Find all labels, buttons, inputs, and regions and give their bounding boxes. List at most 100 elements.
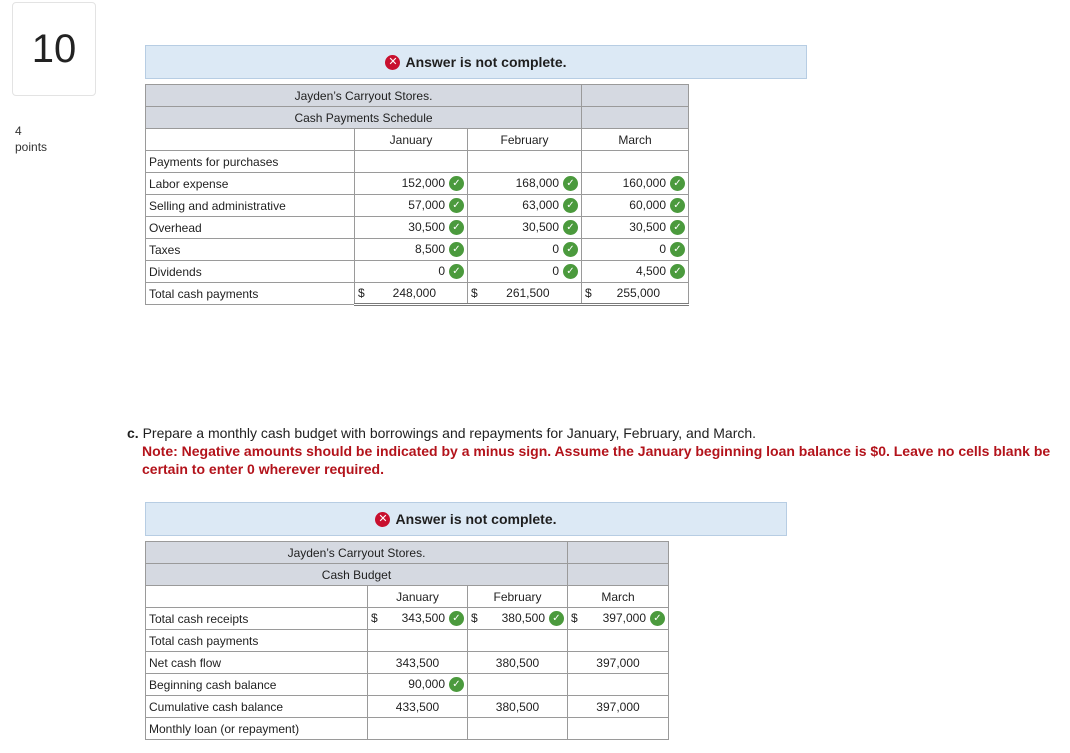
instruction-note: Note: Negative amounts should be indicat… [142,443,1051,477]
schedule-company: Jayden’s Carryout Stores. [145,84,582,107]
check-circle-icon: ✓ [670,176,685,192]
table-row: Cumulative cash balance 433,500 380,500 … [145,695,669,718]
input-cell[interactable] [567,629,669,652]
question-number: 10 [31,26,77,71]
part-c-instructions: c. Prepare a monthly cash budget with bo… [127,424,1067,478]
question-number-box: 10 [12,2,96,96]
cash-payments-schedule: Jayden’s Carryout Stores. Cash Payments … [145,84,689,306]
row-label: Total cash payments [145,282,355,305]
check-circle-icon: ✓ [563,220,578,236]
budget-title: Cash Budget [145,563,568,586]
computed-cell: 343,500 [367,651,468,674]
schedule-month-january: January [354,128,468,151]
row-label: Net cash flow [145,651,368,674]
table-row: Overhead 30,500 ✓ 30,500 ✓ 30,500 ✓ [145,216,689,239]
check-circle-icon: ✓ [563,176,578,192]
schedule-month-february: February [467,128,582,151]
table-row: Total cash payments [145,629,669,652]
points-label: points [15,140,48,154]
x-circle-icon: ✕ [375,511,391,527]
table-row: Beginning cash balance 90,000 ✓ [145,673,669,696]
input-cell[interactable]: 168,000 ✓ [467,172,582,195]
row-label: Taxes [145,238,355,261]
check-circle-icon: ✓ [650,611,665,627]
computed-cell: 380,500 [467,695,568,718]
input-cell[interactable]: $397,000 ✓ [567,607,669,630]
check-circle-icon: ✓ [449,677,464,693]
schedule-month-march: March [581,128,689,151]
input-cell[interactable] [367,717,468,740]
x-circle-icon: ✕ [385,54,401,70]
computed-cell [567,673,669,696]
row-label: Selling and administrative [145,194,355,217]
total-cell: $261,500 [467,282,582,306]
row-label: Beginning cash balance [145,673,368,696]
input-cell[interactable]: 4,500 ✓ [581,260,689,283]
schedule-title: Cash Payments Schedule [145,106,582,129]
input-cell[interactable]: 30,500 ✓ [354,216,468,239]
check-circle-icon: ✓ [563,264,578,280]
check-circle-icon: ✓ [563,198,578,214]
check-circle-icon: ✓ [449,611,464,627]
row-label: Payments for purchases [145,150,355,173]
computed-cell: 433,500 [367,695,468,718]
row-label: Total cash payments [145,629,368,652]
budget-company: Jayden’s Carryout Stores. [145,541,568,564]
input-cell[interactable]: 152,000 ✓ [354,172,468,195]
row-label: Overhead [145,216,355,239]
input-cell[interactable]: 0 ✓ [467,260,582,283]
answer-status-text: Answer is not complete. [405,54,567,70]
check-circle-icon: ✓ [549,611,564,627]
computed-cell: 397,000 [567,695,669,718]
row-label: Monthly loan (or repayment) [145,717,368,740]
row-label: Dividends [145,260,355,283]
row-label: Total cash receipts [145,607,368,630]
table-row: Taxes 8,500 ✓ 0 ✓ 0 ✓ [145,238,689,261]
input-cell[interactable]: 63,000 ✓ [467,194,582,217]
part-text: Prepare a monthly cash budget with borro… [142,425,757,441]
check-circle-icon: ✓ [449,264,464,280]
answer-status-banner: ✕ Answer is not complete. [145,45,807,79]
table-row: Labor expense 152,000 ✓ 168,000 ✓ 160,000 ✓ [145,172,689,195]
check-circle-icon: ✓ [670,220,685,236]
input-cell[interactable]: 0 ✓ [467,238,582,261]
table-row: Monthly loan (or repayment) [145,717,669,740]
check-circle-icon: ✓ [670,264,685,280]
input-cell[interactable]: 30,500 ✓ [467,216,582,239]
check-circle-icon: ✓ [670,242,685,258]
budget-month-january: January [367,585,468,608]
computed-cell: 397,000 [567,651,669,674]
input-cell[interactable]: 57,000 ✓ [354,194,468,217]
input-cell[interactable]: 8,500 ✓ [354,238,468,261]
check-circle-icon: ✓ [449,220,464,236]
answer-status-text-2: Answer is not complete. [395,511,557,527]
computed-cell: 380,500 [467,651,568,674]
input-cell[interactable]: 0 ✓ [354,260,468,283]
table-row: Selling and administrative 57,000 ✓ 63,00… [145,194,689,217]
input-cell[interactable] [467,717,568,740]
row-label: Cumulative cash balance [145,695,368,718]
input-cell[interactable]: 30,500 ✓ [581,216,689,239]
table-row: Dividends 0 ✓ 0 ✓ 4,500 ✓ [145,260,689,283]
input-cell[interactable] [367,629,468,652]
input-cell[interactable]: $380,500 ✓ [467,607,568,630]
total-cell: $255,000 [581,282,689,306]
table-row: Payments for purchases [145,150,689,173]
check-circle-icon: ✓ [449,198,464,214]
input-cell[interactable]: $343,500 ✓ [367,607,468,630]
budget-month-february: February [467,585,568,608]
input-cell[interactable]: 0 ✓ [581,238,689,261]
points-info: 4 points [15,123,47,155]
input-cell[interactable]: 60,000 ✓ [581,194,689,217]
table-row: Net cash flow 343,500 380,500 397,000 [145,651,669,674]
part-prefix: c. [127,425,139,441]
table-row-total: Total cash payments $248,000 $261,500 $2… [145,282,689,306]
cash-budget-table: Jayden’s Carryout Stores. Cash Budget Ja… [145,541,669,740]
input-cell[interactable] [567,717,669,740]
input-cell[interactable]: 160,000 ✓ [581,172,689,195]
answer-status-banner-2: ✕ Answer is not complete. [145,502,787,536]
input-cell[interactable] [467,629,568,652]
check-circle-icon: ✓ [670,198,685,214]
input-cell[interactable]: 90,000 ✓ [367,673,468,696]
table-row: Total cash receipts $343,500 ✓ $380,500 ✓ … [145,607,669,630]
